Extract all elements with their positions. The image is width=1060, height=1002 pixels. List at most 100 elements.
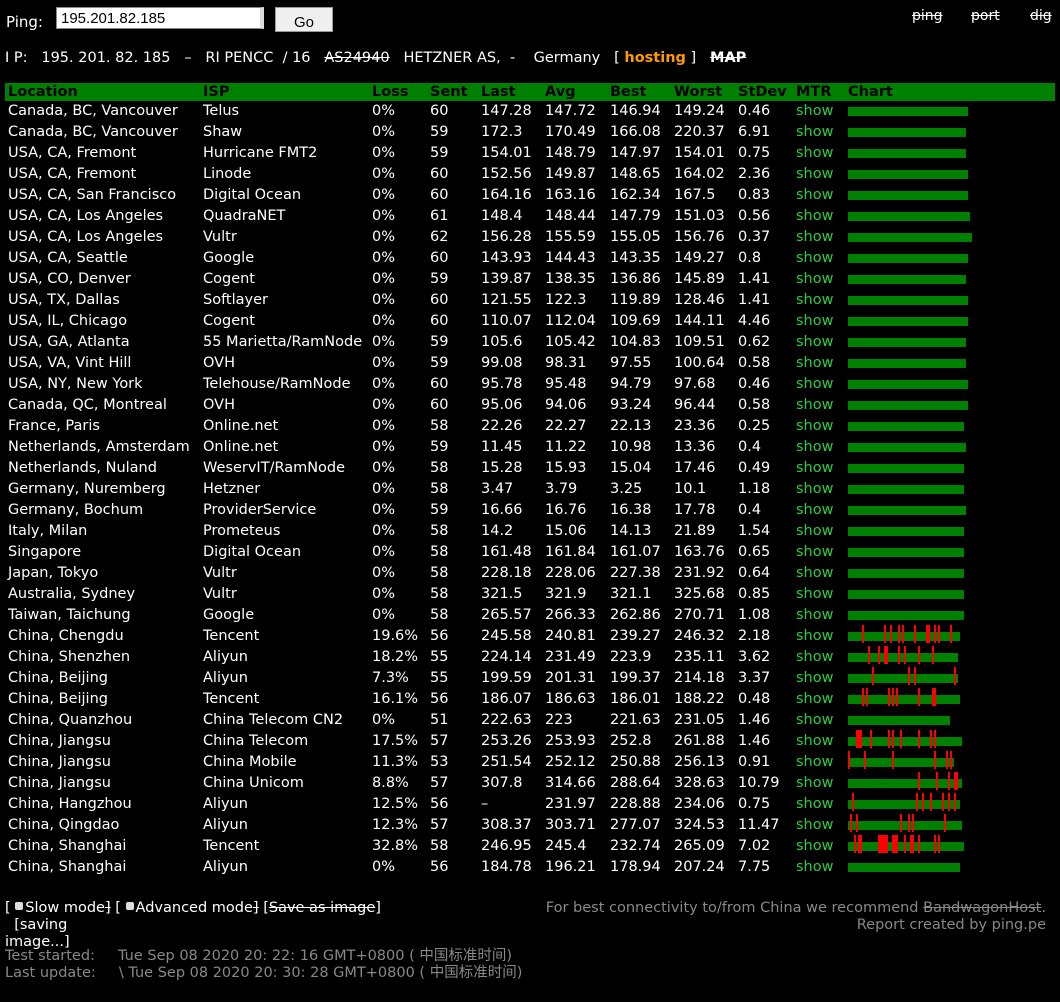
mtr-show-link[interactable]: show <box>796 752 833 773</box>
map-link[interactable]: MAP <box>710 50 746 66</box>
worst-cell: 149.27 <box>674 250 725 266</box>
loss-cell: 0% <box>372 334 396 350</box>
last-cell: 148.4 <box>481 208 523 224</box>
mtr-show-link[interactable]: show <box>796 647 833 668</box>
mtr-show-link[interactable]: show <box>796 416 833 437</box>
save-image-link[interactable]: Save as image <box>269 900 375 916</box>
mtr-show-link[interactable]: show <box>796 710 833 731</box>
table-row: USA, IL, Chicago Cogent 0% 60 110.07 112.04 10… <box>0 311 1060 332</box>
mtr-show-link[interactable]: show <box>796 605 833 626</box>
mtr-show-link[interactable]: show <box>796 815 833 836</box>
table-row: China, Beijing Tencent 16.1% 56 186.07 186.63… <box>0 688 1060 710</box>
loss-cell: 18.2% <box>372 649 419 665</box>
worst-cell: 17.78 <box>674 502 716 518</box>
packet-loss-mark <box>904 646 906 664</box>
ping-input[interactable]: 195.201.82.185 <box>56 7 264 29</box>
mtr-show-link[interactable]: show <box>796 269 833 290</box>
report-credit[interactable]: Report created by ping.pe <box>857 917 1046 933</box>
stdev-cell: 0.83 <box>738 187 771 203</box>
mtr-show-link[interactable]: show <box>796 521 833 542</box>
mtr-show-link[interactable]: show <box>796 290 833 311</box>
mtr-show-link[interactable]: show <box>796 773 833 794</box>
avg-cell: 240.81 <box>545 628 596 644</box>
mtr-show-link[interactable]: show <box>796 668 833 689</box>
worst-cell: 149.24 <box>674 103 725 119</box>
mtr-show-link[interactable]: show <box>796 227 833 248</box>
stdev-cell: 1.08 <box>738 607 771 623</box>
loss-cell: 0% <box>372 124 396 140</box>
location-cell: China, Qingdao <box>8 817 120 833</box>
best-cell: 155.05 <box>610 229 661 245</box>
mtr-show-link[interactable]: show <box>796 143 833 164</box>
sent-cell: 58 <box>430 418 449 434</box>
mtr-show-link[interactable]: show <box>796 542 833 563</box>
mtr-show-link[interactable]: show <box>796 206 833 227</box>
avg-cell: 148.79 <box>545 145 596 161</box>
latency-sparkline <box>848 422 964 431</box>
stdev-cell: 0.48 <box>738 691 771 707</box>
mtr-show-link[interactable]: show <box>796 353 833 374</box>
dig-link[interactable]: dig <box>1030 8 1052 24</box>
worst-cell: 10.1 <box>674 481 707 497</box>
mtr-show-link[interactable]: show <box>796 857 833 878</box>
latency-sparkline <box>848 590 964 599</box>
mtr-show-link[interactable]: show <box>796 563 833 584</box>
avg-cell: 148.44 <box>545 208 596 224</box>
last-cell: 139.87 <box>481 271 532 287</box>
mtr-show-link[interactable]: show <box>796 584 833 605</box>
mtr-show-link[interactable]: show <box>796 626 833 647</box>
asn-link[interactable]: AS24940 <box>324 50 389 66</box>
latency-sparkline <box>848 401 968 410</box>
mtr-show-link[interactable]: show <box>796 311 833 332</box>
mtr-show-link[interactable]: show <box>796 122 833 143</box>
mtr-show-link[interactable]: show <box>796 395 833 416</box>
mtr-show-link[interactable]: show <box>796 101 833 122</box>
slow-mode-toggle[interactable]: Slow mode <box>15 900 105 916</box>
avg-cell: 98.31 <box>545 355 587 371</box>
ping-link[interactable]: ping <box>912 8 943 24</box>
location-cell: Netherlands, Nuland <box>8 460 157 476</box>
col-worst: Worst <box>674 84 723 100</box>
mtr-show-link[interactable]: show <box>796 689 833 710</box>
port-link[interactable]: port <box>971 8 1000 24</box>
packet-loss-mark <box>926 625 928 643</box>
bandwagonhost-link[interactable]: BandwagonHost <box>923 900 1041 916</box>
loss-cell: 12.5% <box>372 796 419 812</box>
mtr-show-link[interactable]: show <box>796 332 833 353</box>
latency-sparkline <box>848 359 966 368</box>
advanced-mode-toggle[interactable]: Advanced mode <box>125 900 253 916</box>
best-cell: 97.55 <box>610 355 652 371</box>
last-cell: 228.18 <box>481 565 532 581</box>
mtr-show-link[interactable]: show <box>796 374 833 395</box>
mtr-show-link[interactable]: show <box>796 458 833 479</box>
stdev-cell: 0.64 <box>738 565 771 581</box>
best-cell: 321.1 <box>610 586 652 602</box>
packet-loss-mark <box>892 751 894 769</box>
ping-label: Ping: <box>6 13 43 31</box>
mtr-show-link[interactable]: show <box>796 479 833 500</box>
loss-cell: 0% <box>372 376 396 392</box>
mtr-show-link[interactable]: show <box>796 248 833 269</box>
latency-sparkline <box>848 625 960 643</box>
best-cell: 178.94 <box>610 859 661 875</box>
packet-loss-mark <box>888 688 890 706</box>
mtr-show-link[interactable]: show <box>796 185 833 206</box>
packet-loss-mark <box>872 667 874 685</box>
go-button[interactable]: Go <box>275 7 333 32</box>
worst-cell: 13.36 <box>674 439 716 455</box>
sent-cell: 58 <box>430 586 449 602</box>
packet-loss-mark <box>884 646 886 664</box>
stdev-cell: 0.58 <box>738 355 771 371</box>
mtr-show-link[interactable]: show <box>796 836 833 857</box>
mtr-show-link[interactable]: show <box>796 500 833 521</box>
mtr-show-link[interactable]: show <box>796 437 833 458</box>
packet-loss-mark <box>854 835 856 853</box>
mtr-show-link[interactable]: show <box>796 164 833 185</box>
stdev-cell: 1.18 <box>738 481 771 497</box>
latency-sparkline <box>848 793 960 811</box>
mtr-show-link[interactable]: show <box>796 794 833 815</box>
loss-cell: 0% <box>372 859 396 875</box>
location-cell: China, Quanzhou <box>8 712 133 728</box>
mtr-show-link[interactable]: show <box>796 731 833 752</box>
best-cell: 119.89 <box>610 292 661 308</box>
